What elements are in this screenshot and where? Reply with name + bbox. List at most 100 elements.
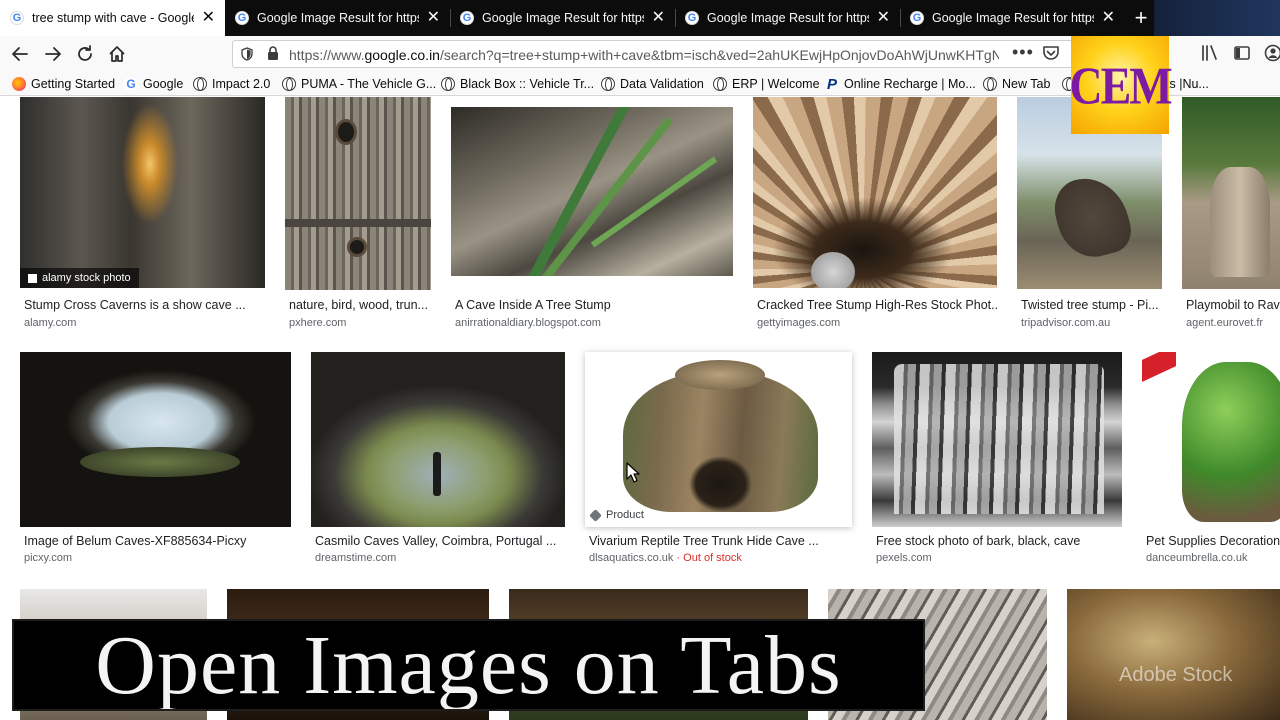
page-actions-menu-icon[interactable]: ••• xyxy=(1012,42,1034,63)
result-card-playmobil[interactable]: Playmobil to Rave agent.eurovet.fr xyxy=(1182,97,1280,337)
bookmark-puma[interactable]: PUMA - The Vehicle G... xyxy=(282,75,436,93)
trunk-ring xyxy=(285,219,431,227)
tab-google-search[interactable]: G tree stump with cave - Google Se ✕ xyxy=(0,0,225,36)
result-title[interactable]: Playmobil to Rave xyxy=(1186,298,1280,312)
twisted-trunk xyxy=(1047,169,1137,265)
tab-title: tree stump with cave - Google Se xyxy=(32,11,194,25)
tab-image-result-4[interactable]: G Google Image Result for https:// ✕ xyxy=(900,0,1125,36)
bookmark-online-recharge[interactable]: P Online Recharge | Mo... xyxy=(825,75,976,93)
bookmark-label: Data Validation xyxy=(620,77,704,91)
bookmark-impact[interactable]: Impact 2.0 xyxy=(193,75,270,93)
result-thumbnail[interactable] xyxy=(872,352,1122,527)
reload-button[interactable] xyxy=(72,41,98,67)
result-source[interactable]: alamy.com xyxy=(24,317,76,329)
result-source[interactable]: pxhere.com xyxy=(289,317,346,329)
result-source[interactable]: dreamstime.com xyxy=(315,552,396,564)
google-icon: G xyxy=(460,11,474,25)
result-card-nature-bird-wood[interactable]: nature, bird, wood, trun... pxhere.com xyxy=(285,97,431,337)
bookmark-label: Black Box :: Vehicle Tr... xyxy=(460,77,595,91)
woodpecker-hole xyxy=(347,237,367,257)
result-card-belum-caves[interactable]: Image of Belum Caves-XF885634-Picxy picx… xyxy=(20,352,291,572)
banner-text: Open Images on Tabs xyxy=(95,619,842,711)
close-icon[interactable]: ✕ xyxy=(427,10,440,26)
out-of-stock-label: · Out of stock xyxy=(673,552,742,564)
result-thumbnail[interactable] xyxy=(20,352,291,527)
result-title[interactable]: nature, bird, wood, trun... xyxy=(289,298,434,312)
result-thumbnail[interactable] xyxy=(1182,97,1280,289)
bookmark-label: Online Recharge | Mo... xyxy=(844,77,976,91)
result-source[interactable]: picxy.com xyxy=(24,552,72,564)
bookmark-new-tab[interactable]: New Tab xyxy=(983,75,1050,93)
result-thumbnail[interactable] xyxy=(753,97,997,288)
close-icon[interactable]: ✕ xyxy=(652,10,665,26)
library-icon[interactable] xyxy=(1201,43,1219,63)
result-card-bark-black-cave[interactable]: Free stock photo of bark, black, cave pe… xyxy=(872,352,1122,572)
result-title[interactable]: A Cave Inside A Tree Stump xyxy=(455,298,735,312)
result-thumbnail[interactable]: alamy stock photo xyxy=(20,97,265,288)
result-card-cracked-tree-stump[interactable]: Cracked Tree Stump High-Res Stock Phot..… xyxy=(753,97,997,337)
bookmark-data-validation[interactable]: Data Validation xyxy=(601,75,704,93)
home-button[interactable] xyxy=(104,41,130,67)
tag-icon xyxy=(589,508,602,522)
close-icon[interactable]: ✕ xyxy=(877,10,890,26)
url-prefix: https://www. xyxy=(289,47,365,63)
result-source[interactable]: anirrationaldiary.blogspot.com xyxy=(455,317,601,329)
close-icon[interactable]: ✕ xyxy=(202,10,215,26)
result-thumbnail[interactable] xyxy=(1142,352,1280,527)
result-source[interactable]: danceumbrella.co.uk xyxy=(1146,552,1248,564)
result-card-cave-inside-stump[interactable]: A Cave Inside A Tree Stump anirrationald… xyxy=(451,97,733,337)
close-icon[interactable]: ✕ xyxy=(1102,10,1115,26)
tab-strip-background xyxy=(1154,0,1280,36)
result-thumbnail[interactable]: Product xyxy=(585,352,852,527)
stump-shape xyxy=(894,364,1104,514)
lock-icon[interactable] xyxy=(267,46,279,61)
result-source[interactable]: tripadvisor.com.au xyxy=(1021,317,1110,329)
new-tab-button[interactable]: + xyxy=(1128,0,1154,36)
tab-title: Google Image Result for https:// xyxy=(707,11,869,25)
result-title[interactable]: Free stock photo of bark, black, cave xyxy=(876,534,1122,548)
home-icon xyxy=(109,46,125,62)
result-title[interactable]: Twisted tree stump - Pi... xyxy=(1021,298,1162,312)
plus-icon: + xyxy=(1134,5,1148,30)
product-tag-text: Product xyxy=(606,509,644,521)
address-bar[interactable]: https://www.google.co.in/search?q=tree+s… xyxy=(232,40,1074,68)
result-source[interactable]: pexels.com xyxy=(876,552,932,564)
result-title[interactable]: Stump Cross Caverns is a show cave ... xyxy=(24,298,264,312)
account-icon[interactable] xyxy=(1264,43,1280,63)
result-thumbnail[interactable] xyxy=(451,107,733,276)
tab-image-result-2[interactable]: G Google Image Result for https:// ✕ xyxy=(450,0,675,36)
forward-button[interactable] xyxy=(40,41,66,67)
logo-text: CEM xyxy=(1069,55,1172,115)
back-button[interactable] xyxy=(7,41,33,67)
globe-icon xyxy=(282,77,296,91)
bookmark-erp[interactable]: ERP | Welcome xyxy=(713,75,820,93)
bookmark-label: Impact 2.0 xyxy=(212,77,271,91)
sidebar-icon[interactable] xyxy=(1233,43,1251,63)
result-source-line[interactable]: dlsaquatics.co.uk · Out of stock xyxy=(589,552,742,564)
bookmark-google[interactable]: G Google xyxy=(124,75,183,93)
result-source[interactable]: agent.eurovet.fr xyxy=(1186,317,1263,329)
result-title[interactable]: Casmilo Caves Valley, Coimbra, Portugal … xyxy=(315,534,565,548)
bookmark-getting-started[interactable]: Getting Started xyxy=(12,75,115,93)
carved-stump xyxy=(1210,167,1270,277)
bookmark-black-box[interactable]: Black Box :: Vehicle Tr... xyxy=(441,75,594,93)
video-caption-banner: Open Images on Tabs xyxy=(12,619,925,711)
result-thumbnail[interactable] xyxy=(311,352,565,527)
result-title[interactable]: Cracked Tree Stump High-Res Stock Phot..… xyxy=(757,298,997,312)
tab-image-result-1[interactable]: G Google Image Result for https:// ✕ xyxy=(225,0,450,36)
result-card-stump-cross-caverns[interactable]: alamy stock photo Stump Cross Caverns is… xyxy=(20,97,265,337)
result-title[interactable]: Image of Belum Caves-XF885634-Picxy xyxy=(24,534,290,548)
url-text[interactable]: https://www.google.co.in/search?q=tree+s… xyxy=(289,47,999,63)
pocket-icon[interactable] xyxy=(1042,44,1060,62)
tracking-shield-icon[interactable] xyxy=(241,47,253,61)
stock-watermark: Adobe Stock xyxy=(1119,664,1233,686)
result-source[interactable]: gettyimages.com xyxy=(757,317,840,329)
result-title[interactable]: Pet Supplies Decoration xyxy=(1146,534,1280,548)
tab-image-result-3[interactable]: G Google Image Result for https:// ✕ xyxy=(675,0,900,36)
result-thumbnail-row3-5[interactable]: Adobe Stock xyxy=(1067,589,1280,720)
result-card-casmilo-caves[interactable]: Casmilo Caves Valley, Coimbra, Portugal … xyxy=(311,352,565,572)
result-card-pet-supplies[interactable]: Pet Supplies Decoration danceumbrella.co… xyxy=(1142,352,1280,572)
result-thumbnail[interactable] xyxy=(285,97,431,290)
bookmark-label: Getting Started xyxy=(31,77,116,91)
result-title[interactable]: Vivarium Reptile Tree Trunk Hide Cave ..… xyxy=(589,534,851,548)
